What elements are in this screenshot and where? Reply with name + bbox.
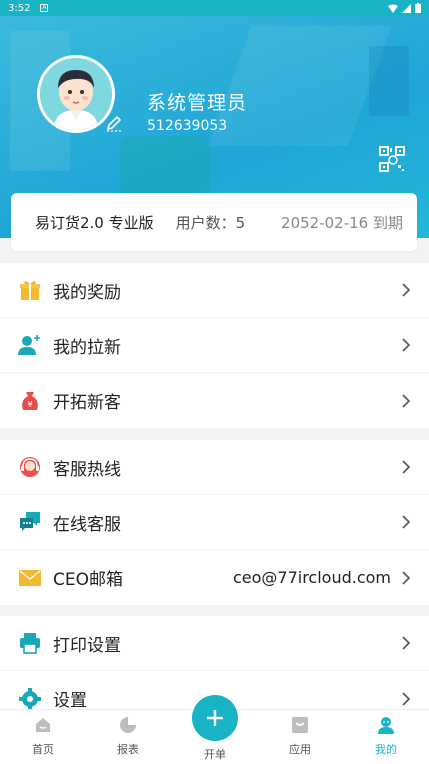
notification-icon: A [40, 4, 49, 12]
user-icon [378, 717, 394, 734]
menu-group-support: 客服热线 在线客服 CEO邮箱 ceo@77ircloud.com [0, 440, 429, 605]
user-count: 用户数：5 [175, 213, 246, 232]
tab-label: 首页 [32, 743, 54, 756]
tab-home[interactable]: 首页 [13, 716, 73, 757]
chevron-right-icon [402, 338, 411, 352]
printer-icon [18, 631, 42, 655]
headset-icon [18, 455, 42, 479]
menu-item-online-support[interactable]: 在线客服 [0, 495, 429, 550]
create-order-label: 开单 [204, 748, 226, 761]
chevron-right-icon [402, 636, 411, 650]
svg-text:¥: ¥ [27, 400, 32, 409]
apps-icon [292, 717, 308, 733]
tab-label: 应用 [289, 743, 311, 756]
menu-group-rewards: 我的奖励 我的拉新 ¥ 开拓新客 [0, 263, 429, 428]
gift-icon [18, 278, 42, 302]
menu-label: 设置 [53, 691, 87, 711]
chat-icon [18, 510, 42, 534]
status-bar: 3:52 A [0, 0, 429, 16]
pie-chart-icon [120, 717, 136, 733]
chevron-right-icon [402, 570, 411, 585]
tab-label: 报表 [117, 743, 139, 756]
chevron-right-icon [402, 691, 411, 706]
battery-icon [415, 3, 421, 13]
header-decoration [120, 136, 210, 196]
avatar-illustration [40, 58, 112, 130]
menu-item-ceo-mail[interactable]: CEO邮箱 ceo@77ircloud.com [0, 550, 429, 605]
status-time: 3:52 [8, 2, 31, 14]
menu-item-rewards[interactable]: 我的奖励 [0, 263, 429, 318]
ceo-email-value: ceo@77ircloud.com [232, 568, 391, 587]
menu-item-new-customers[interactable]: ¥ 开拓新客 [0, 373, 429, 428]
user-name: 系统管理员 [147, 92, 248, 114]
chevron-right-icon [402, 393, 411, 408]
menu-item-print-settings[interactable]: 打印设置 [0, 616, 429, 671]
chevron-right-icon [402, 515, 411, 529]
wifi-icon [388, 4, 398, 13]
mail-icon [18, 566, 42, 590]
home-icon [36, 718, 50, 732]
edit-profile-icon[interactable] [104, 113, 124, 133]
menu-item-referrals[interactable]: 我的拉新 [0, 318, 429, 373]
gear-icon [18, 687, 42, 711]
qr-code-icon[interactable] [379, 146, 405, 172]
tab-label: 我的 [375, 743, 397, 756]
menu-label: 我的奖励 [53, 282, 121, 303]
user-id: 512639053 [147, 118, 228, 134]
tab-reports[interactable]: 报表 [98, 716, 158, 757]
user-add-icon [18, 333, 42, 357]
tab-mine[interactable]: 我的 [356, 716, 416, 757]
menu-label: 客服热线 [53, 459, 121, 480]
signal-icon [402, 3, 411, 13]
menu-item-hotline[interactable]: 客服热线 [0, 440, 429, 495]
money-bag-icon: ¥ [18, 389, 42, 413]
expire-date: 2052-02-16 到期 [281, 213, 403, 232]
tab-apps[interactable]: 应用 [270, 716, 330, 757]
header-decoration [369, 46, 409, 116]
header-decoration [208, 26, 392, 146]
menu-label: CEO邮箱 [53, 570, 123, 590]
chevron-right-icon [402, 283, 411, 297]
account-info-card: 易订货2.0 专业版 用户数：5 2052-02-16 到期 [11, 193, 417, 251]
menu-label: 开拓新客 [53, 393, 121, 413]
plus-icon [207, 710, 223, 726]
menu-label: 打印设置 [53, 635, 121, 656]
edition-label: 易订货2.0 专业版 [35, 213, 154, 232]
chevron-right-icon [402, 460, 411, 474]
create-order-button[interactable] [192, 695, 238, 741]
menu-label: 我的拉新 [53, 337, 121, 358]
menu-label: 在线客服 [53, 514, 121, 535]
